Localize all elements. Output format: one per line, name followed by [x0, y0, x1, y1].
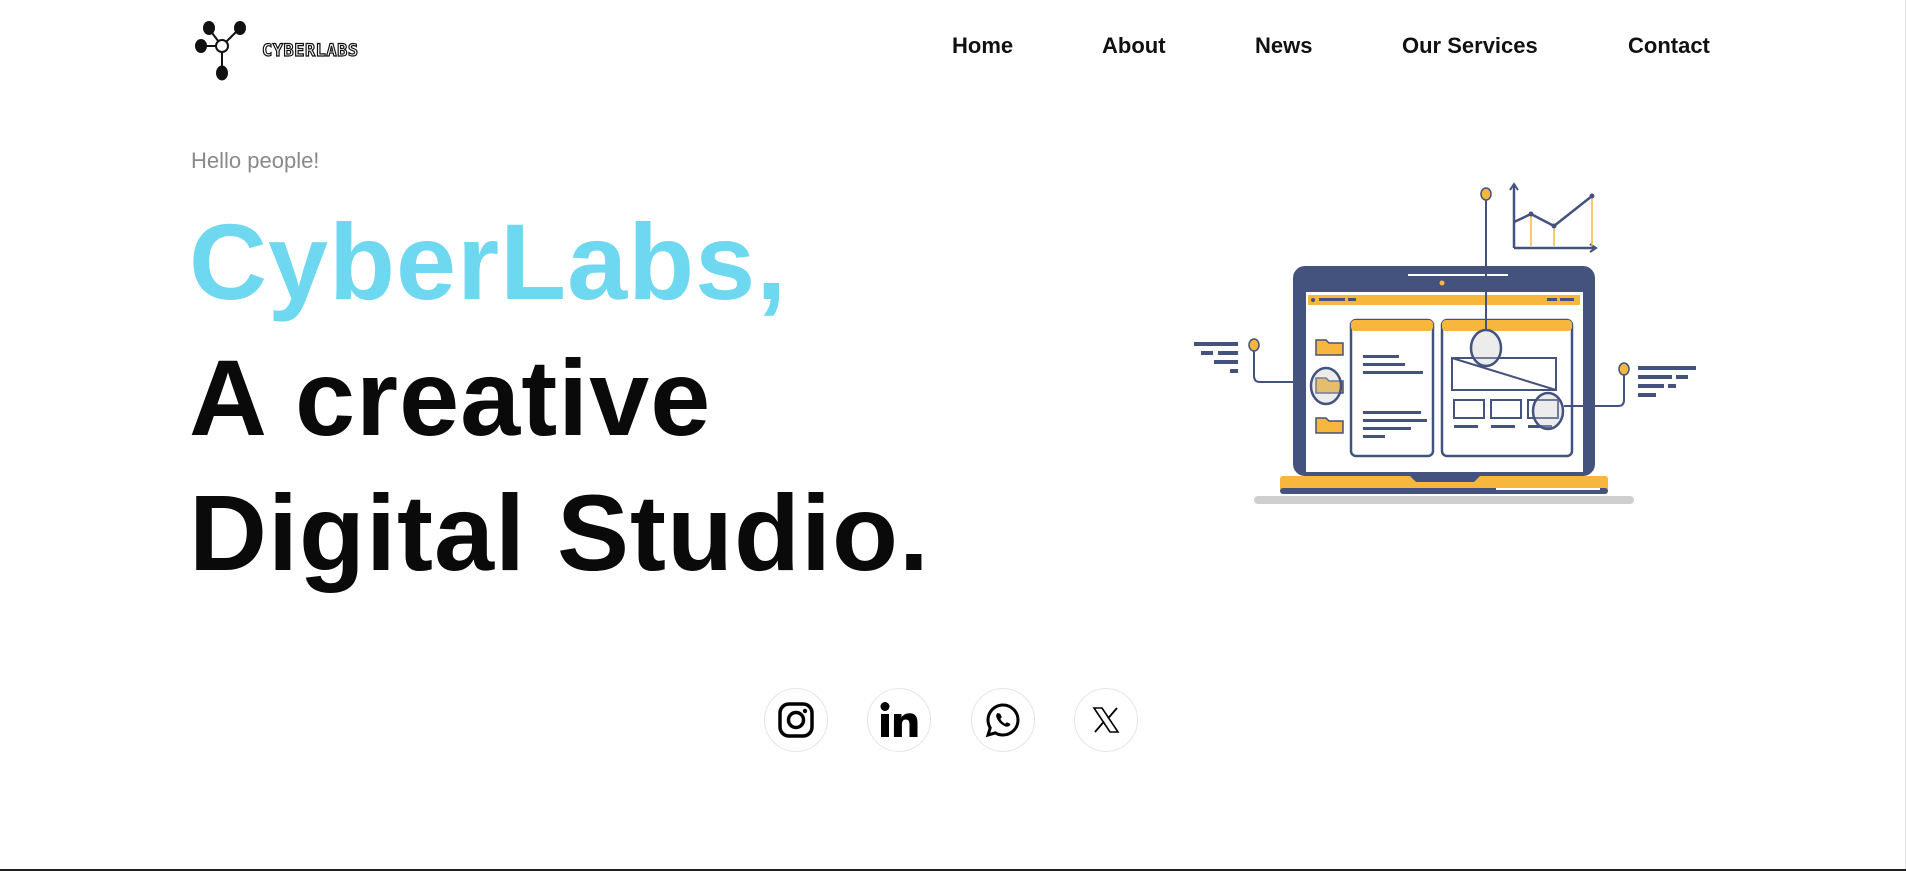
linkedin-icon	[880, 702, 918, 737]
nav-home[interactable]: Home	[952, 33, 1013, 59]
instagram-icon	[778, 702, 814, 738]
whatsapp-link[interactable]	[971, 688, 1035, 752]
hero-greeting: Hello people!	[191, 148, 320, 173]
logo[interactable]: CYBERLABS	[194, 20, 359, 82]
hero-headline-line-1: A creative	[189, 337, 712, 458]
nav-contact[interactable]: Contact	[1628, 33, 1710, 59]
hero-brand-heading: CyberLabs,	[189, 201, 788, 322]
nav-about[interactable]: About	[1102, 33, 1166, 59]
x-twitter-link[interactable]	[1074, 688, 1138, 752]
page: CYBERLABS Home About News Our Services C…	[0, 0, 1906, 871]
nav-our-services[interactable]: Our Services	[1402, 33, 1538, 59]
nav-news[interactable]: News	[1255, 33, 1312, 59]
linkedin-link[interactable]	[867, 688, 931, 752]
molecule-logo-icon	[195, 21, 246, 81]
laptop-analytics-illustration	[1194, 182, 1696, 504]
x-twitter-icon	[1092, 707, 1120, 733]
social-links	[764, 688, 1164, 756]
whatsapp-icon	[985, 703, 1020, 738]
logo-text: CYBERLABS	[261, 40, 359, 61]
hero-headline-line-2: Digital Studio.	[189, 472, 930, 593]
instagram-link[interactable]	[764, 688, 828, 752]
